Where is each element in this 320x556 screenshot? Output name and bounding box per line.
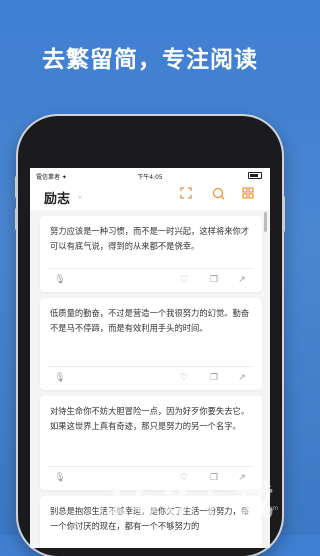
grid-icon[interactable] — [240, 187, 256, 203]
copy-icon[interactable]: ❐ — [208, 274, 220, 286]
mic-icon[interactable]: 🎙 — [54, 372, 66, 384]
category-title[interactable]: 励志 — [44, 188, 70, 207]
quote-card[interactable]: 努力应该是一种习惯，而不是一时兴起，这样将来你才可以有底气说，得到的从来都不是侥… — [40, 216, 262, 292]
watermark-url: www.168.com — [236, 505, 279, 512]
phone-side-button — [15, 208, 18, 230]
status-bar: 電信業者 ✦ 下午4:05 — [30, 168, 270, 182]
scrollbar[interactable] — [264, 212, 267, 232]
status-time: 下午4:05 — [137, 174, 163, 181]
search-icon[interactable] — [210, 187, 226, 203]
watermark: 168下载 — [102, 478, 276, 524]
chevron-down-icon[interactable]: ⌄ — [77, 192, 83, 200]
mic-icon[interactable]: 🎙 — [54, 274, 66, 286]
fullscreen-icon[interactable] — [178, 187, 194, 203]
nav-bar: 励志 ⌄ — [30, 182, 270, 210]
heart-icon[interactable]: ♡ — [178, 372, 190, 384]
quote-text: 对待生命你不妨大胆冒险一点，因为好歹你要失去它。如果这世界上真有奇迹，那只是努力… — [50, 406, 250, 431]
divider — [48, 466, 254, 467]
share-icon[interactable]: ↗ — [236, 274, 248, 286]
phone-side-button — [282, 196, 285, 232]
copy-icon[interactable]: ❐ — [208, 372, 220, 384]
share-icon[interactable]: ↗ — [236, 372, 248, 384]
quote-text: 低质量的勤奋，不过是营造一个我很努力的幻觉。勤奋不是马不停蹄，而是有效利用手头的… — [50, 308, 250, 333]
divider — [48, 268, 254, 269]
quote-card[interactable]: 低质量的勤奋，不过是营造一个我很努力的幻觉。勤奋不是马不停蹄，而是有效利用手头的… — [40, 298, 262, 390]
divider — [48, 366, 254, 367]
mic-icon[interactable]: 🎙 — [54, 472, 66, 484]
battery-icon — [248, 172, 262, 179]
phone-side-button — [15, 176, 18, 198]
heart-icon[interactable]: ♡ — [178, 274, 190, 286]
headline: 去繁留简，专注阅读 — [42, 47, 258, 73]
quote-text: 努力应该是一种习惯，而不是一时兴起，这样将来你才可以有底气说，得到的从来都不是侥… — [50, 226, 250, 251]
